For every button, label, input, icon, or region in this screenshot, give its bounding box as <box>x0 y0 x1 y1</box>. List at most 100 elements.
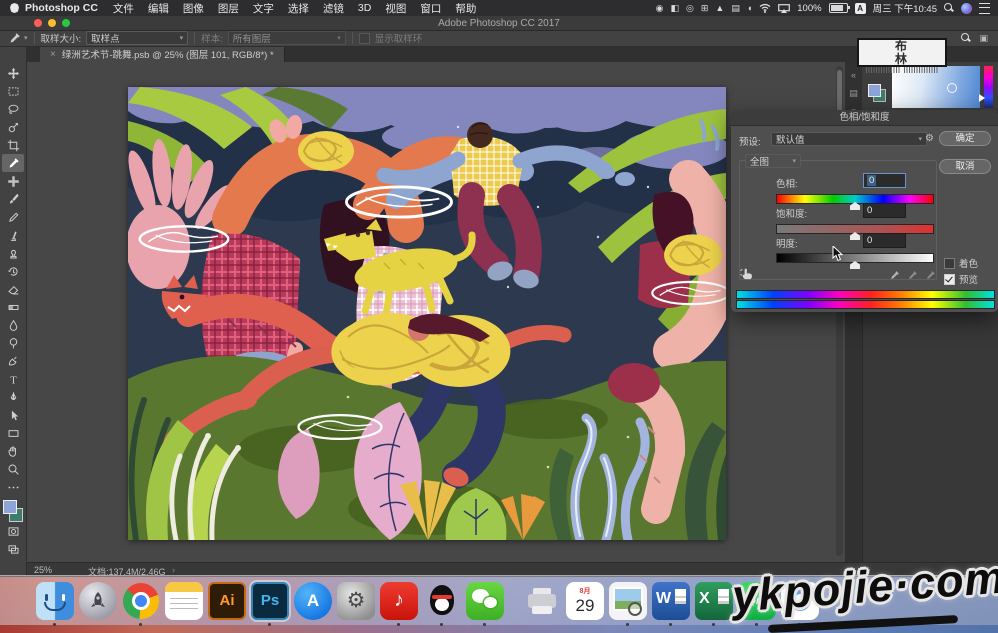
wifi-icon[interactable] <box>759 3 771 13</box>
dock-launchpad[interactable] <box>79 582 117 620</box>
adjustments-panel-icon[interactable]: ▤ <box>845 88 862 99</box>
menu-window[interactable]: 窗口 <box>420 1 441 16</box>
input-source-icon[interactable]: A <box>855 3 866 14</box>
eraser-tool[interactable] <box>2 280 24 298</box>
spotlight-icon[interactable] <box>944 3 954 13</box>
lasso-tool[interactable] <box>2 100 24 118</box>
eyedropper-options-icon[interactable] <box>8 32 21 45</box>
preview-checkbox[interactable]: 预览 <box>944 272 978 286</box>
hue-slider[interactable] <box>776 194 934 204</box>
edit-toolbar-icon[interactable] <box>2 478 24 496</box>
mixer-brush-tool[interactable] <box>2 226 24 244</box>
saturation-slider[interactable] <box>776 224 934 234</box>
quick-mask-icon[interactable] <box>2 522 24 540</box>
quick-select-tool[interactable] <box>2 118 24 136</box>
crop-tool[interactable] <box>2 136 24 154</box>
colorize-checkbox[interactable]: 着色 <box>944 256 978 270</box>
zoom-level[interactable]: 25% <box>34 565 52 575</box>
saturation-input[interactable]: 0 <box>863 203 906 218</box>
foreground-color-swatch[interactable] <box>3 500 17 514</box>
grid-icon[interactable]: ⊞ <box>701 4 709 13</box>
dock-chrome[interactable] <box>122 582 160 620</box>
dock-calendar[interactable]: 8月29 <box>566 582 604 620</box>
notification-center-icon[interactable] <box>979 3 990 14</box>
menu-help[interactable]: 帮助 <box>455 1 476 16</box>
dialog-titlebar[interactable]: 色相/饱和度 <box>731 110 998 126</box>
shape-tool[interactable] <box>2 424 24 442</box>
brush-tool[interactable] <box>2 190 24 208</box>
apple-menu-icon[interactable] <box>10 3 19 13</box>
menu-edit[interactable]: 编辑 <box>148 1 169 16</box>
canvas-artwork[interactable] <box>128 87 726 540</box>
lightness-slider[interactable] <box>776 253 934 263</box>
ok-button[interactable]: 确定 <box>939 131 991 146</box>
menu-view[interactable]: 视图 <box>385 1 406 16</box>
monitor-icon[interactable]: ▤ <box>731 4 740 13</box>
hue-slider-thumb[interactable] <box>850 202 860 210</box>
clone-stamp-tool[interactable] <box>2 244 24 262</box>
smudge-tool[interactable] <box>2 352 24 370</box>
type-tool[interactable]: T <box>2 370 24 388</box>
history-brush-tool[interactable] <box>2 262 24 280</box>
lightness-input[interactable]: 0 <box>863 233 906 248</box>
lightness-slider-thumb[interactable] <box>850 261 860 269</box>
workspace-icon[interactable]: ▣ <box>979 33 988 44</box>
blur-tool[interactable] <box>2 316 24 334</box>
document-tab[interactable]: × 绿洲艺术节-跳舞.psb @ 25% (图层 101, RGB/8*) * <box>40 46 285 62</box>
dock-qq[interactable] <box>423 582 461 620</box>
color-panel-swatches[interactable] <box>868 84 886 102</box>
dock-photoshop[interactable]: Ps <box>251 582 289 620</box>
canvas-workspace[interactable] <box>26 62 845 562</box>
menu-3d[interactable]: 3D <box>358 2 371 14</box>
dock-finder[interactable] <box>36 582 74 620</box>
window-titlebar[interactable]: Adobe Photoshop CC 2017 <box>0 16 998 31</box>
saturation-slider-thumb[interactable] <box>850 232 860 240</box>
channel-dropdown[interactable]: 全图▾ <box>745 154 801 168</box>
color-hue-bar[interactable] <box>984 66 993 108</box>
menu-filter[interactable]: 滤镜 <box>323 1 344 16</box>
hue-spectrum-bar-bottom[interactable] <box>736 300 995 309</box>
dock-word[interactable]: W <box>652 582 690 620</box>
record-icon[interactable]: ◉ <box>656 4 664 13</box>
dock-illustrator[interactable]: Ai <box>208 582 246 620</box>
menu-file[interactable]: 文件 <box>113 1 134 16</box>
preset-dropdown[interactable]: 默认值▾ <box>771 132 927 146</box>
menu-layer[interactable]: 图层 <box>218 1 239 16</box>
circle-status-icon[interactable]: ◎ <box>686 4 694 13</box>
dock-photos-viewer[interactable] <box>609 582 647 620</box>
menu-clock[interactable]: 周三 下午10:45 <box>873 1 937 15</box>
foreground-background-swatches[interactable] <box>3 500 23 522</box>
menu-type[interactable]: 文字 <box>253 1 274 16</box>
menu-image[interactable]: 图像 <box>183 1 204 16</box>
close-tab-icon[interactable]: × <box>50 49 56 60</box>
mountain-icon[interactable]: ▲ <box>715 4 724 13</box>
eyedropper-sample-icon[interactable] <box>889 270 900 281</box>
dock-printer[interactable] <box>523 582 561 620</box>
status-chevron-icon[interactable]: › <box>172 565 175 575</box>
on-image-adjust-icon[interactable] <box>739 266 754 281</box>
dock-settings[interactable]: ⚙ <box>337 582 375 620</box>
eyedropper-subtract-icon[interactable] <box>925 270 936 281</box>
color-picker-marker[interactable] <box>947 83 957 93</box>
workspace-search-icon[interactable] <box>961 33 971 43</box>
cancel-button[interactable]: 取消 <box>939 159 991 174</box>
tool-preset-chevron[interactable]: ▾ <box>24 34 28 42</box>
menu-select[interactable]: 选择 <box>288 1 309 16</box>
gradient-tool[interactable] <box>2 298 24 316</box>
pen-tool[interactable] <box>2 388 24 406</box>
app-menu[interactable]: Photoshop CC <box>25 2 98 14</box>
eyedropper-add-icon[interactable] <box>907 270 918 281</box>
sample-size-dropdown[interactable]: 取样点 ▾ <box>86 31 188 45</box>
screen-lock-icon[interactable]: ◧ <box>670 4 679 13</box>
screen-mode-icon[interactable] <box>2 540 24 558</box>
hand-tool[interactable] <box>2 442 24 460</box>
zoom-tool[interactable] <box>2 460 24 478</box>
dock-notes[interactable] <box>165 582 203 620</box>
eyedropper-tool[interactable] <box>2 154 24 172</box>
dock-appstore[interactable]: A <box>294 582 332 620</box>
pencil-tool[interactable] <box>2 208 24 226</box>
healing-brush-tool[interactable] <box>2 172 24 190</box>
path-select-tool[interactable] <box>2 406 24 424</box>
dock-excel[interactable]: X <box>695 582 733 620</box>
battery-icon[interactable] <box>829 3 848 13</box>
